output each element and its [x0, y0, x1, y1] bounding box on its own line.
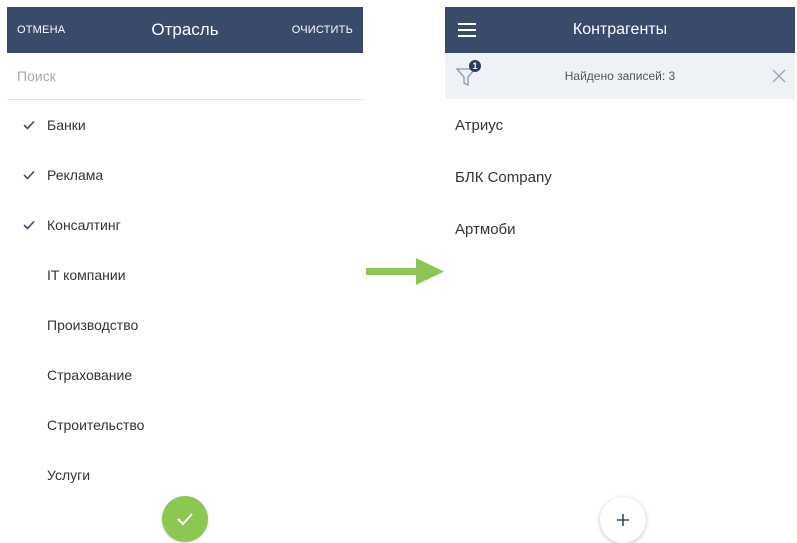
industry-item[interactable]: Банки	[7, 100, 363, 150]
add-record-button[interactable]	[600, 497, 646, 543]
account-item[interactable]: Атриус	[445, 99, 795, 151]
industry-item[interactable]: Страхование	[7, 350, 363, 400]
menu-button[interactable]	[445, 23, 489, 37]
industry-list: Банки Реклама Консалтинг IT компании Про…	[7, 100, 363, 500]
industry-item[interactable]: IT компании	[7, 250, 363, 300]
records-found-text: Найдено записей: 3	[564, 69, 676, 83]
account-item[interactable]: БЛК Company	[445, 151, 795, 203]
checkmark-icon	[7, 120, 47, 130]
industry-item-label: Услуги	[47, 467, 91, 483]
industry-item-label: Банки	[47, 117, 86, 133]
clear-button[interactable]: ОЧИСТИТЬ	[282, 24, 363, 36]
account-item[interactable]: Артмоби	[445, 203, 795, 255]
close-icon[interactable]	[771, 68, 787, 84]
industry-item[interactable]: Строительство	[7, 400, 363, 450]
industry-header: ОТМЕНА Отрасль ОЧИСТИТЬ	[7, 7, 363, 53]
industry-item-label: Страхование	[47, 367, 133, 383]
search-input[interactable]	[7, 67, 363, 85]
accounts-screen: Контрагенты 1 Найдено записей: 3 Атриус …	[445, 7, 795, 543]
industry-item-label: Производство	[47, 317, 139, 333]
filter-bar: 1 Найдено записей: 3	[445, 53, 795, 99]
filter-count-badge: 1	[469, 60, 481, 72]
industry-filter-screen: ОТМЕНА Отрасль ОЧИСТИТЬ Банки Реклама Ко…	[7, 7, 363, 542]
industry-item-label: Реклама	[47, 167, 104, 183]
hamburger-icon	[458, 23, 476, 37]
industry-item-label: IT компании	[47, 267, 126, 283]
transition-arrow-icon	[366, 258, 444, 285]
cancel-button[interactable]: ОТМЕНА	[7, 24, 75, 36]
filter-button[interactable]: 1	[445, 53, 489, 99]
industry-item-label: Консалтинг	[47, 217, 121, 233]
industry-item[interactable]: Производство	[7, 300, 363, 350]
plus-icon	[617, 514, 629, 526]
search-bar	[7, 53, 363, 100]
accounts-title: Контрагенты	[572, 21, 668, 38]
industry-item[interactable]: Консалтинг	[7, 200, 363, 250]
industry-item-label: Строительство	[47, 417, 145, 433]
industry-item[interactable]: Услуги	[7, 450, 363, 500]
checkmark-icon	[7, 220, 47, 230]
accounts-header: Контрагенты	[445, 7, 795, 53]
accounts-list: Атриус БЛК Company Артмоби	[445, 99, 795, 255]
industry-item[interactable]: Реклама	[7, 150, 363, 200]
checkmark-icon	[7, 170, 47, 180]
check-icon	[177, 513, 193, 526]
apply-button[interactable]	[162, 496, 208, 542]
